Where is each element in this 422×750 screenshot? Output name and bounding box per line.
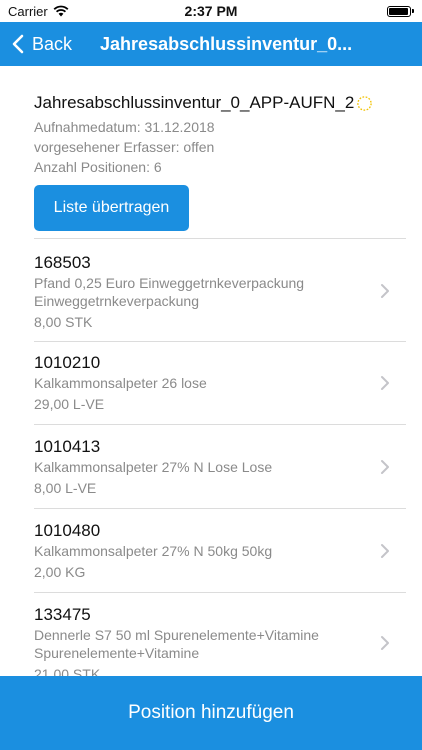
status-bar: Carrier 2:37 PM — [0, 0, 422, 22]
item-description-line2: Spurenelemente+Vitamine — [34, 645, 200, 661]
item-quantity: 8,00 L-VE — [34, 480, 97, 496]
loading-spinner-icon — [357, 95, 373, 111]
status-left: Carrier — [8, 4, 69, 19]
transfer-list-button[interactable]: Liste übertragen — [34, 185, 189, 231]
page-title: Jahresabschlussinventur_0... — [100, 33, 353, 54]
back-label: Back — [32, 33, 73, 54]
item-description: Dennerle S7 50 ml Spurenelemente+Vitamin… — [34, 627, 319, 643]
list-item[interactable]: 1010413 Kalkammonsalpeter 27% N Lose Los… — [34, 436, 406, 508]
chevron-left-icon — [12, 34, 24, 54]
navigation-bar: Back Jahresabschlussinventur_0... — [0, 22, 422, 66]
item-number: 1010413 — [34, 437, 101, 456]
list-item[interactable]: 133475 Dennerle S7 50 ml Spurenelemente+… — [34, 604, 406, 676]
battery-icon — [387, 5, 414, 17]
divider — [34, 592, 406, 593]
wifi-icon — [53, 5, 69, 17]
item-description: Kalkammonsalpeter 26 lose — [34, 375, 207, 391]
back-button[interactable]: Back — [0, 22, 82, 66]
divider — [34, 238, 406, 239]
doc-title: Jahresabschlussinventur_0_APP-AUFN_2 — [34, 93, 355, 112]
item-quantity: 8,00 STK — [34, 314, 93, 330]
divider — [34, 341, 406, 342]
doc-title-row: Jahresabschlussinventur_0_APP-AUFN_2 — [34, 93, 406, 113]
item-quantity: 29,00 L-VE — [34, 396, 105, 412]
list-item[interactable]: 1010480 Kalkammonsalpeter 27% N 50kg 50k… — [34, 520, 406, 592]
item-number: 168503 — [34, 253, 91, 272]
inventory-header: Jahresabschlussinventur_0_APP-AUFN_2 Auf… — [34, 66, 406, 231]
item-description: Kalkammonsalpeter 27% N Lose Lose — [34, 459, 273, 475]
item-quantity: 21,00 STK — [34, 666, 101, 676]
divider — [34, 424, 406, 425]
divider — [34, 508, 406, 509]
chevron-right-icon — [381, 636, 389, 650]
chevron-right-icon — [381, 460, 389, 474]
item-number: 1010480 — [34, 521, 101, 540]
recording-date: Aufnahmedatum: 31.12.2018 — [34, 119, 215, 135]
add-position-button[interactable]: Position hinzufügen — [0, 676, 422, 750]
item-quantity: 2,00 KG — [34, 564, 86, 580]
carrier-label: Carrier — [8, 3, 48, 19]
assignee-info: vorgesehener Erfasser: offen — [34, 139, 215, 155]
item-description: Pfand 0,25 Euro Einweggetrnkeverpackung — [34, 275, 305, 291]
item-description-line2: Einweggetrnkeverpackung — [34, 293, 199, 309]
item-description: Kalkammonsalpeter 27% N 50kg 50kg — [34, 543, 273, 559]
item-number: 133475 — [34, 605, 91, 624]
item-number: 1010210 — [34, 353, 101, 372]
list-item[interactable]: 1010210 Kalkammonsalpeter 26 lose 29,00 … — [34, 352, 406, 424]
list-item[interactable]: 168503 Pfand 0,25 Euro Einweggetrnkeverp… — [34, 252, 406, 340]
chevron-right-icon — [381, 284, 389, 298]
chevron-right-icon — [381, 376, 389, 390]
chevron-right-icon — [381, 544, 389, 558]
battery-fill — [389, 7, 408, 15]
position-count: Anzahl Positionen: 6 — [34, 159, 162, 175]
